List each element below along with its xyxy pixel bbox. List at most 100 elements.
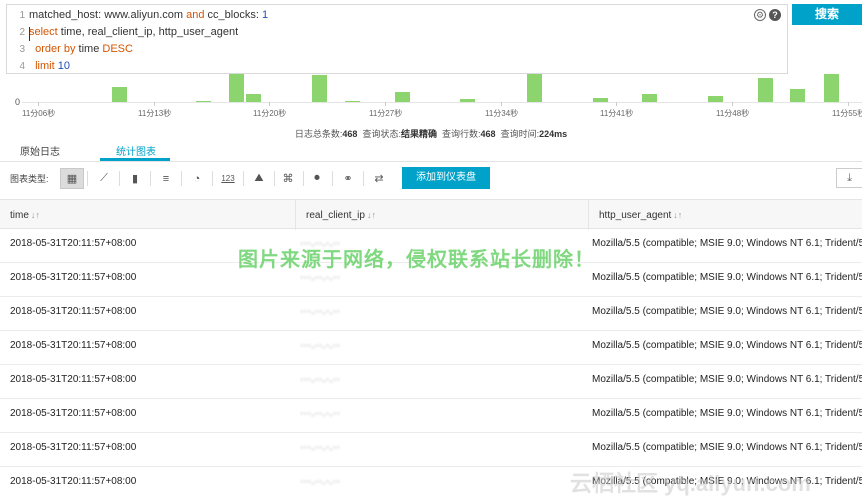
- histogram-bar[interactable]: [593, 98, 608, 102]
- column-header-real-client-ip[interactable]: real_client_ip ↓↑: [295, 200, 588, 230]
- histogram-tick-mark: [501, 102, 502, 106]
- sort-icon[interactable]: ↓↑: [367, 210, 376, 220]
- cell-real-client-ip: ···.··.·.··: [300, 365, 580, 399]
- toolbar-divider: [274, 171, 275, 186]
- query-line[interactable]: 3 order by time DESC: [7, 41, 787, 58]
- histogram-bar[interactable]: [824, 74, 839, 102]
- toolbar-divider: [119, 171, 120, 186]
- histogram-bar[interactable]: [312, 75, 327, 102]
- query-line[interactable]: 4 limit 10: [7, 58, 787, 75]
- cell-time: 2018-05-31T20:11:57+08:00: [10, 442, 137, 453]
- redacted-ip: ···.··.·.··: [300, 408, 341, 419]
- cell-time: 2018-05-31T20:11:57+08:00: [10, 408, 137, 419]
- histogram-tick-label: 11分13秒: [138, 109, 172, 118]
- redacted-ip: ···.··.·.··: [300, 306, 341, 317]
- table-row[interactable]: 2018-05-31T20:11:57+08:00 ···.··.·.·· Mozi…: [0, 433, 862, 467]
- cell-http-user-agent: Mozilla/5.5 (compatible; MSIE 9.0; Windo…: [592, 374, 862, 385]
- query-line[interactable]: 2 select time, real_client_ip, http_user_…: [7, 24, 787, 41]
- query-text: time, real_client_ip, http_user_agent: [57, 26, 239, 38]
- histogram-tick-label: 11分55秒: [832, 109, 862, 118]
- column-label-time: time: [10, 210, 29, 221]
- histogram-bar[interactable]: [395, 92, 410, 102]
- query-code: order by time DESC: [29, 41, 133, 58]
- editor-icons: ⚙ ?: [754, 9, 781, 21]
- histogram-bar[interactable]: [229, 74, 244, 102]
- histogram-bar[interactable]: [345, 101, 360, 102]
- histogram-bar[interactable]: [112, 87, 127, 102]
- toolbar-divider: [150, 171, 151, 186]
- cell-http-user-agent: Mozilla/5.5 (compatible; MSIE 9.0; Windo…: [592, 306, 862, 317]
- pie-chart-icon[interactable]: ◔: [185, 168, 209, 189]
- table-row[interactable]: 2018-05-31T20:11:57+08:00 ···.··.·.·· Mozi…: [0, 331, 862, 365]
- histogram-bar[interactable]: [642, 94, 657, 102]
- query-keyword: select: [29, 26, 58, 38]
- watermark-text: 图片来源于网络，侵权联系站长删除！: [238, 249, 595, 271]
- histogram-tick-mark: [385, 102, 386, 106]
- toolbar-divider: [181, 171, 182, 186]
- wordcloud-icon[interactable]: ⇄: [367, 168, 391, 189]
- toolbar-divider: [303, 171, 304, 186]
- cell-http-user-agent: Mozilla/5.5 (compatible; MSIE 9.0; Windo…: [592, 408, 862, 419]
- histogram-bar[interactable]: [460, 99, 475, 102]
- histogram-bar[interactable]: [708, 96, 723, 102]
- number-icon[interactable]: 123: [216, 168, 240, 189]
- histogram-bar[interactable]: [758, 78, 773, 102]
- histogram-tick-label: 11分48秒: [716, 109, 750, 118]
- line-number: 3: [19, 44, 25, 55]
- table-row[interactable]: 2018-05-31T20:11:57+08:00 ···.··.·.·· Mozi…: [0, 365, 862, 399]
- histogram-tick-label: 11分27秒: [369, 109, 403, 118]
- histogram-bar[interactable]: [527, 74, 542, 102]
- text-cursor: [29, 27, 30, 41]
- histogram-tick-mark: [616, 102, 617, 106]
- query-editor[interactable]: 1 matched_host: www.aliyun.com and cc_blo…: [6, 4, 788, 74]
- flow-icon[interactable]: ⏺: [305, 168, 329, 189]
- gear-icon[interactable]: ⚙: [754, 9, 766, 21]
- tab-raw-logs[interactable]: 原始日志: [20, 143, 60, 158]
- question-icon[interactable]: ?: [769, 9, 781, 21]
- toolbar-divider: [212, 171, 213, 186]
- histogram-bar[interactable]: [790, 89, 805, 102]
- redacted-ip: ···.··.·.··: [300, 442, 341, 453]
- line-number: 1: [19, 10, 25, 21]
- toolbar-divider: [332, 171, 333, 186]
- search-button[interactable]: 搜索: [792, 4, 862, 25]
- histogram-tick-label: 11分41秒: [600, 109, 634, 118]
- sort-icon[interactable]: ↓↑: [31, 210, 40, 220]
- add-to-dashboard-button[interactable]: 添加到仪表盘: [402, 167, 490, 189]
- histogram-tick-mark: [848, 102, 849, 106]
- column-header-time[interactable]: time ↓↑: [0, 200, 295, 230]
- histogram-zero-label: 0: [15, 97, 21, 107]
- table-row[interactable]: 2018-05-31T20:11:57+08:00 ···.··.·.·· Mozi…: [0, 399, 862, 433]
- cell-http-user-agent: Mozilla/5.5 (compatible; MSIE 9.0; Windo…: [592, 442, 862, 453]
- table-row[interactable]: 2018-05-31T20:11:57+08:00 ···.··.·.·· Mozi…: [0, 297, 862, 331]
- toolbar-divider: [87, 171, 88, 186]
- cell-time: 2018-05-31T20:11:57+08:00: [10, 340, 137, 351]
- active-tab-indicator: [100, 158, 170, 161]
- cell-http-user-agent: Mozilla/5.5 (compatible; MSIE 9.0; Windo…: [592, 272, 862, 283]
- sankey-icon[interactable]: ⚭: [336, 168, 360, 189]
- histogram-tick-mark: [732, 102, 733, 106]
- log-histogram: 0 11分06秒 11分13秒 11分20秒 11分27秒 11分34秒 11分41秒 11…: [0, 74, 862, 122]
- bar-chart-icon[interactable]: ▮: [123, 168, 147, 189]
- line-number: 2: [19, 27, 25, 38]
- area-chart-icon[interactable]: ⛰: [247, 168, 271, 189]
- histogram-bar[interactable]: [246, 94, 261, 102]
- cell-http-user-agent: Mozilla/5.5 (compatible; MSIE 9.0; Windo…: [592, 238, 862, 249]
- cell-real-client-ip: ···.··.·.··: [300, 467, 580, 500]
- horizontal-bar-icon[interactable]: ≡: [154, 168, 178, 189]
- table-header: time ↓↑ real_client_ip ↓↑ http_user_agent ↓…: [0, 199, 862, 230]
- download-icon[interactable]: ⤓: [836, 168, 862, 188]
- query-line[interactable]: 1 matched_host: www.aliyun.com and cc_blo…: [7, 7, 787, 24]
- line-chart-icon[interactable]: ⟋: [92, 168, 116, 189]
- table-icon[interactable]: ▦: [60, 168, 84, 189]
- map-icon[interactable]: ⌘: [276, 168, 300, 189]
- query-keyword: limit: [29, 60, 55, 72]
- cell-real-client-ip: ···.··.·.··: [300, 331, 580, 365]
- column-label-http-user-agent: http_user_agent: [599, 210, 672, 221]
- sort-icon[interactable]: ↓↑: [673, 210, 682, 220]
- column-header-http-user-agent[interactable]: http_user_agent ↓↑: [588, 200, 862, 230]
- cell-real-client-ip: ···.··.·.··: [300, 399, 580, 433]
- tab-statistics[interactable]: 统计图表: [116, 143, 156, 158]
- histogram-bar[interactable]: [196, 101, 211, 102]
- histogram-tick-label: 11分06秒: [22, 109, 56, 118]
